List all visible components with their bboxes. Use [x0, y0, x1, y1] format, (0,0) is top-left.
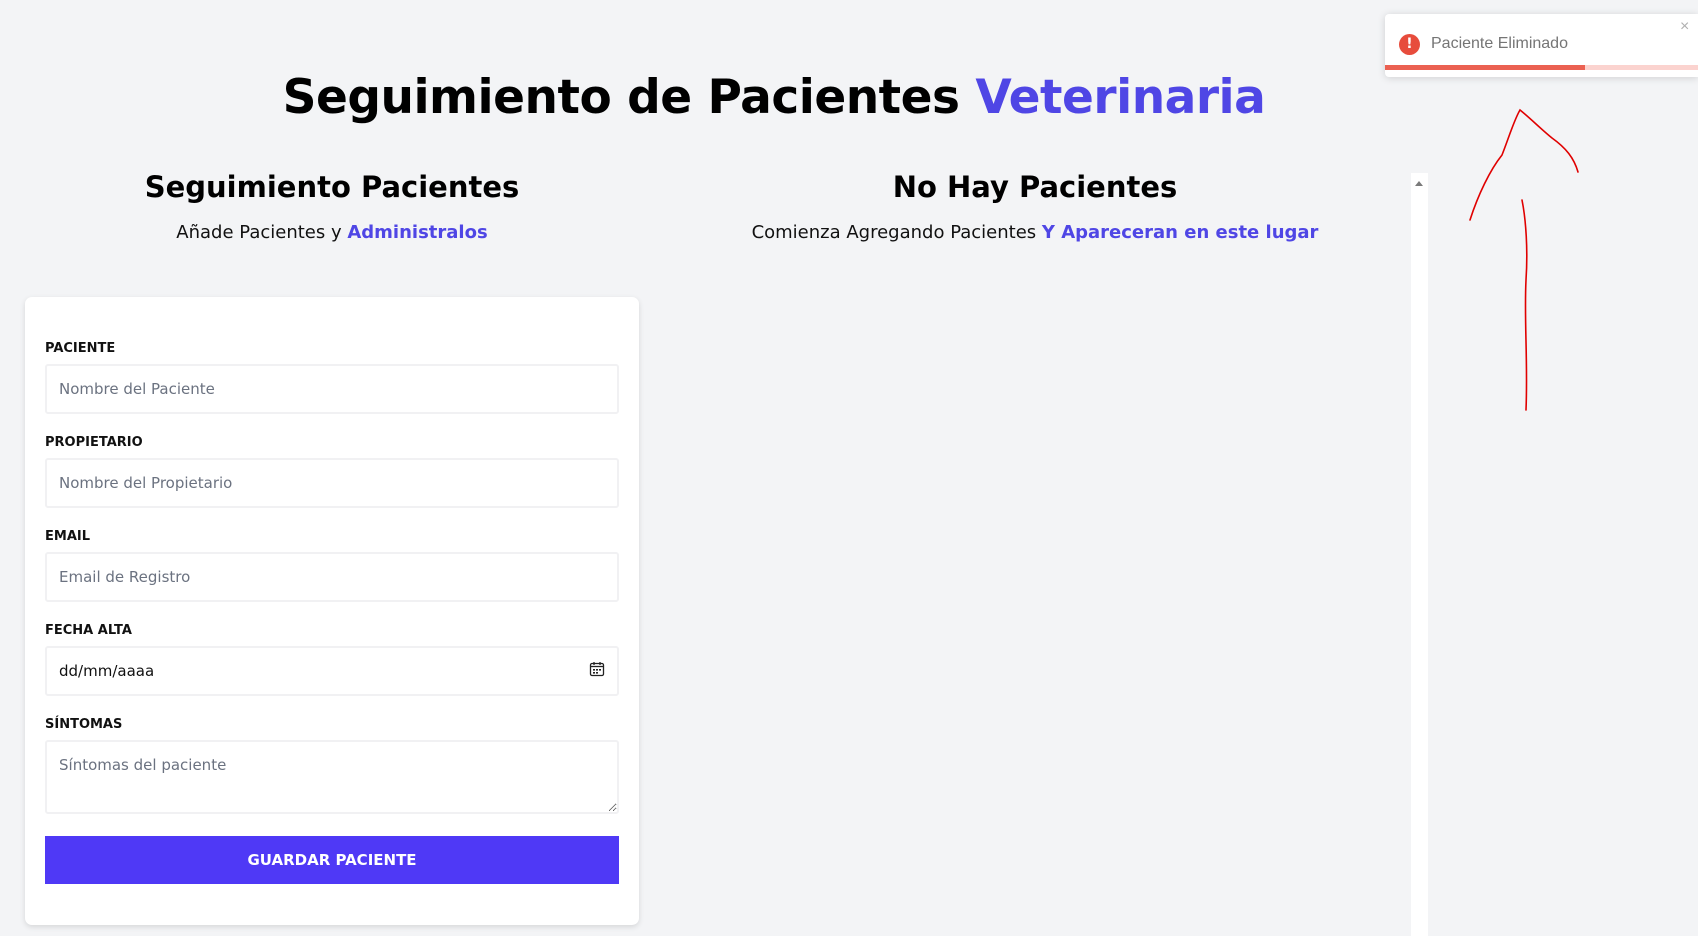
calendar-icon[interactable]: [589, 661, 605, 677]
sintomas-label: SÍNTOMAS: [45, 717, 123, 732]
propietario-input[interactable]: [45, 458, 619, 508]
email-field: EMAIL: [45, 529, 619, 602]
sintomas-textarea[interactable]: [45, 740, 619, 814]
email-label: EMAIL: [45, 529, 90, 544]
form-section-subtitle-plain: Añade Pacientes y: [176, 222, 342, 243]
close-icon[interactable]: ×: [1680, 18, 1689, 36]
paciente-input[interactable]: [45, 364, 619, 414]
sintomas-field: SÍNTOMAS: [45, 717, 619, 818]
list-section-subtitle-plain: Comienza Agregando Pacientes: [751, 222, 1037, 243]
list-section-title: No Hay Pacientes: [892, 170, 1178, 204]
form-section-title: Seguimiento Pacientes: [144, 170, 520, 204]
error-icon: !: [1399, 34, 1420, 55]
form-section-subtitle-accent: Administralos: [347, 222, 488, 243]
form-section-header: Seguimiento Pacientes Añade Pacientes y …: [25, 170, 639, 243]
paciente-label: PACIENTE: [45, 341, 116, 356]
page-title-main: Seguimiento de Pacientes: [282, 70, 960, 125]
red-arrow-annotation: [1469, 108, 1579, 411]
toast-progress-bar: [1385, 65, 1586, 70]
form-section-subtitle: Añade Pacientes y Administralos: [25, 222, 639, 243]
list-section-subtitle-accent: Y Apareceran en este lugar: [1041, 222, 1319, 243]
fecha-field: FECHA ALTA dd/mm/aaaa: [45, 623, 619, 696]
page: Seguimiento de Pacientes Veterinaria Seg…: [0, 0, 1698, 936]
list-section-header: No Hay Pacientes Comienza Agregando Paci…: [660, 170, 1410, 243]
scrollbar[interactable]: [1411, 173, 1428, 936]
paciente-field: PACIENTE: [45, 341, 619, 414]
page-title-accent: Veterinaria: [975, 70, 1266, 125]
fecha-input[interactable]: dd/mm/aaaa: [45, 646, 619, 696]
toast-message: Paciente Eliminado: [1431, 35, 1568, 52]
propietario-field: PROPIETARIO: [45, 435, 619, 508]
sintomas-wrap: [45, 740, 619, 818]
scroll-up-arrow-icon[interactable]: [1415, 181, 1423, 186]
patient-form: PACIENTE PROPIETARIO EMAIL FECHA ALTA dd…: [25, 297, 639, 925]
page-title: Seguimiento de Pacientes Veterinaria: [0, 70, 1548, 125]
list-section-subtitle: Comienza Agregando Pacientes Y Aparecera…: [660, 222, 1410, 243]
fecha-label: FECHA ALTA: [45, 623, 132, 638]
fecha-input-wrap: dd/mm/aaaa: [45, 646, 619, 696]
propietario-label: PROPIETARIO: [45, 435, 143, 450]
email-input[interactable]: [45, 552, 619, 602]
toast-notification[interactable]: ! Paciente Eliminado ×: [1385, 14, 1698, 77]
save-patient-button[interactable]: GUARDAR PACIENTE: [45, 836, 619, 884]
